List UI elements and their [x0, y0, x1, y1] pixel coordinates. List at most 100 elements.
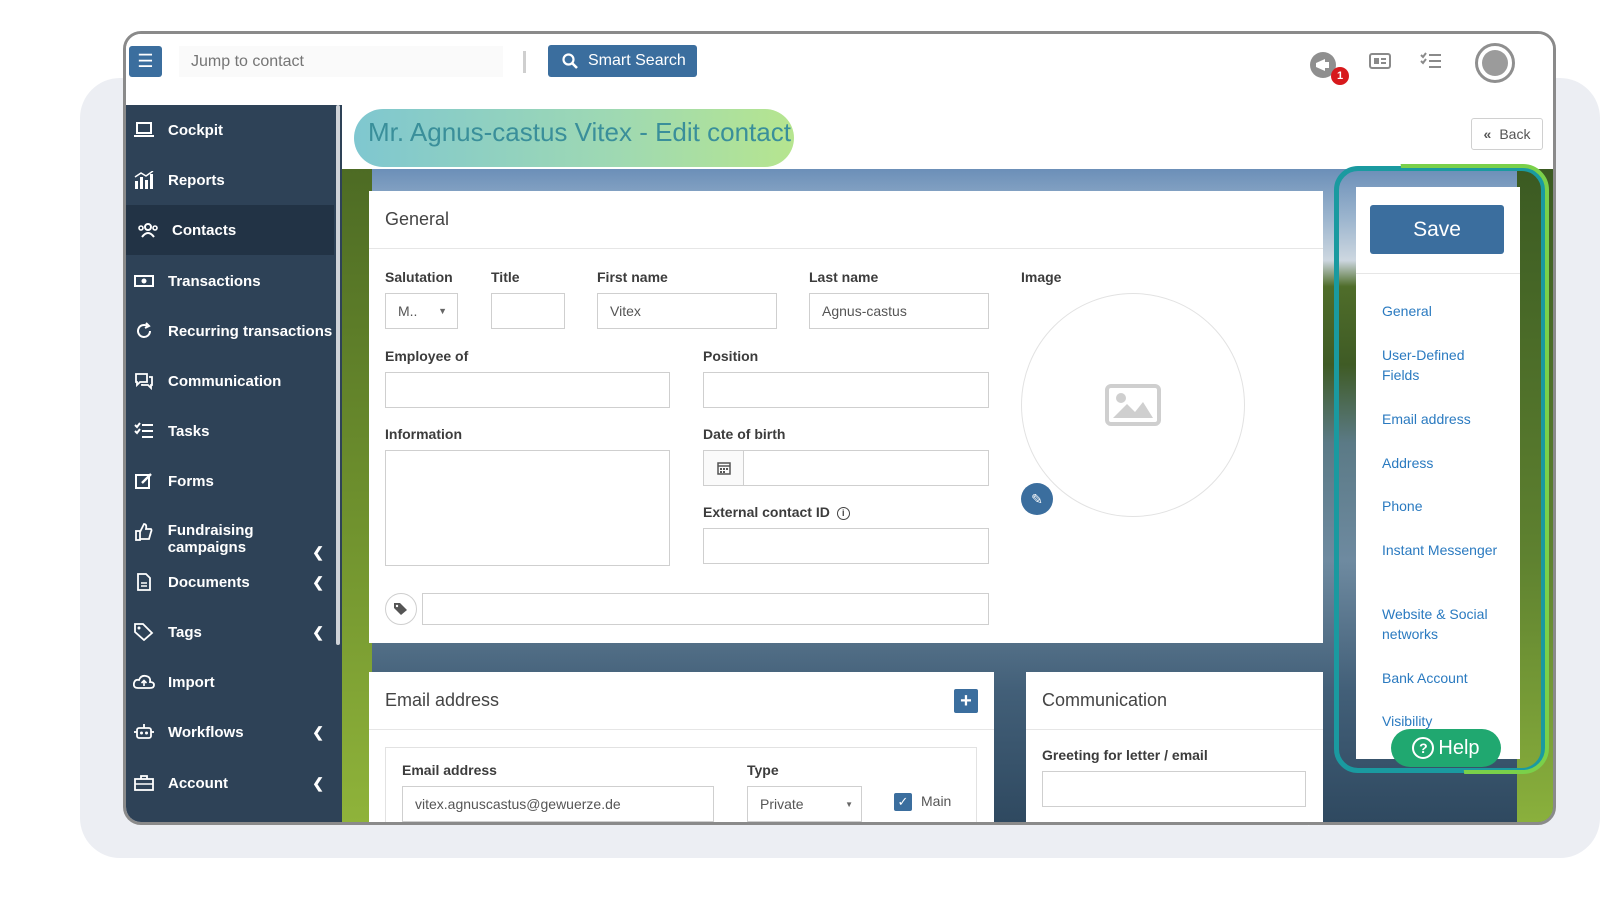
- salutation-select[interactable]: M.. ▼: [385, 293, 458, 329]
- greeting-input[interactable]: [1042, 771, 1306, 807]
- dob-input[interactable]: [703, 450, 989, 486]
- chevron-left-icon: ❮: [312, 774, 324, 791]
- user-avatar[interactable]: [1475, 43, 1515, 83]
- sidebar-scrollbar[interactable]: [336, 105, 340, 645]
- first-name-input[interactable]: Vitex: [597, 293, 777, 329]
- refresh-icon: [132, 321, 156, 341]
- jump-to-contact-input[interactable]: [179, 46, 503, 77]
- sidebar-item-label: Cockpit: [168, 121, 224, 139]
- back-label: Back: [1499, 126, 1531, 142]
- smart-search-label: Smart Search: [588, 52, 686, 69]
- calendar-icon[interactable]: [704, 451, 744, 485]
- notification-badge: 1: [1331, 67, 1349, 85]
- email-address-input[interactable]: vitex.agnuscastus@gewuerze.de: [402, 786, 714, 822]
- sidebar-item-tasks[interactable]: Tasks: [126, 406, 334, 456]
- edit-icon: [132, 471, 156, 491]
- contact-image[interactable]: [1021, 293, 1245, 517]
- smart-search-button[interactable]: Smart Search: [548, 45, 697, 77]
- page-title: Mr. Agnus-castus Vitex - Edit contact: [368, 117, 791, 147]
- money-icon: [132, 271, 156, 291]
- sidebar-item-label: Forms: [168, 472, 214, 490]
- external-id-label-text: External contact ID: [703, 504, 830, 520]
- sidebar-item-account[interactable]: Account ❮: [126, 758, 334, 808]
- title-bar: Mr. Agnus-castus Vitex - Edit contact « …: [342, 105, 1553, 169]
- email-type-label: Type: [747, 762, 779, 778]
- robot-icon: [132, 722, 156, 742]
- news-icon[interactable]: [1369, 52, 1391, 75]
- sidebar-item-communication[interactable]: Communication: [126, 356, 334, 406]
- employee-label: Employee of: [385, 348, 469, 364]
- tags-input[interactable]: [422, 593, 989, 625]
- sidebar-item-label: Communication: [168, 372, 282, 390]
- briefcase-icon: [132, 773, 156, 793]
- sidebar-item-recurring-transactions[interactable]: Recurring transactions: [126, 306, 334, 356]
- task-list-icon[interactable]: [1420, 52, 1442, 76]
- topbar-divider: [523, 51, 526, 73]
- edit-image-button[interactable]: ✎: [1021, 483, 1053, 515]
- email-entry: Email address vitex.agnuscastus@gewuerze…: [385, 747, 977, 822]
- thumbs-up-icon: [132, 522, 156, 542]
- sidebar-item-tags[interactable]: Tags ❮: [126, 607, 334, 657]
- add-email-button[interactable]: +: [954, 689, 978, 713]
- back-button[interactable]: « Back: [1471, 118, 1543, 150]
- cloud-upload-icon: [132, 672, 156, 692]
- sidebar-item-documents[interactable]: Documents ❮: [126, 557, 334, 607]
- dob-label: Date of birth: [703, 426, 786, 442]
- sidebar-item-contacts[interactable]: Contacts: [126, 205, 334, 255]
- image-label: Image: [1021, 269, 1062, 285]
- sidebar-item-import[interactable]: Import: [126, 657, 334, 707]
- user-icon: [1482, 50, 1508, 76]
- email-heading: Email address: [369, 672, 994, 730]
- hamburger-icon: ☰: [137, 51, 154, 71]
- caret-down-icon: ▼: [438, 306, 447, 316]
- email-address-label: Email address: [402, 762, 497, 778]
- sidebar-item-label: Account: [168, 774, 228, 792]
- sidebar-item-cockpit[interactable]: Cockpit: [126, 105, 334, 155]
- sidebar-item-transactions[interactable]: Transactions: [126, 256, 334, 306]
- external-id-input[interactable]: [703, 528, 989, 564]
- sidebar-item-label: Contacts: [172, 221, 237, 239]
- sidebar-item-label: Recurring transactions: [168, 322, 333, 340]
- chevron-left-icon: ❮: [312, 723, 324, 740]
- last-name-label: Last name: [809, 269, 879, 285]
- general-heading: General: [369, 191, 1323, 249]
- search-icon: [562, 53, 578, 69]
- checkmark-icon: ✓: [897, 794, 909, 809]
- employee-input[interactable]: [385, 372, 670, 408]
- sidebar-item-forms[interactable]: Forms: [126, 456, 334, 506]
- sidebar-item-label: Import: [168, 673, 215, 691]
- main-email-checkbox[interactable]: ✓: [894, 793, 912, 811]
- checklist-icon: [132, 421, 156, 441]
- tags-button[interactable]: [385, 593, 417, 625]
- background-grass: [342, 169, 372, 822]
- double-chevron-left-icon: «: [1483, 126, 1492, 142]
- help-button[interactable]: ? Help: [1391, 729, 1501, 767]
- information-label: Information: [385, 426, 462, 442]
- plus-icon: +: [960, 689, 972, 712]
- first-name-label: First name: [597, 269, 668, 285]
- help-label: Help: [1438, 736, 1480, 759]
- general-card: General Salutation M.. ▼ Title First nam…: [369, 191, 1323, 643]
- email-type-select[interactable]: Private ▼: [747, 786, 862, 822]
- sidebar-item-workflows[interactable]: Workflows ❮: [126, 707, 334, 757]
- hamburger-menu-button[interactable]: ☰: [129, 46, 162, 77]
- greeting-label: Greeting for letter / email: [1042, 747, 1208, 763]
- sidebar-item-label: Documents: [168, 573, 250, 591]
- position-input[interactable]: [703, 372, 989, 408]
- question-circle-icon: ?: [1412, 737, 1435, 759]
- chevron-left-icon: ❮: [312, 573, 324, 590]
- top-bar: ☰ Smart Search 1: [126, 34, 1553, 105]
- salutation-label: Salutation: [385, 269, 453, 285]
- chevron-left-icon: ❮: [312, 623, 324, 640]
- email-card: Email address + Email address vitex.agnu…: [369, 672, 994, 822]
- sidebar-item-label: Tags: [168, 623, 202, 641]
- last-name-input[interactable]: Agnus-castus: [809, 293, 989, 329]
- info-icon[interactable]: i: [836, 506, 850, 520]
- external-id-label: External contact ID i: [703, 504, 850, 520]
- people-icon: [136, 220, 160, 240]
- caret-down-icon: ▼: [845, 799, 853, 809]
- sidebar-item-reports[interactable]: Reports: [126, 155, 334, 205]
- title-input[interactable]: [491, 293, 565, 329]
- information-textarea[interactable]: [385, 450, 670, 566]
- email-type-value: Private: [760, 796, 804, 812]
